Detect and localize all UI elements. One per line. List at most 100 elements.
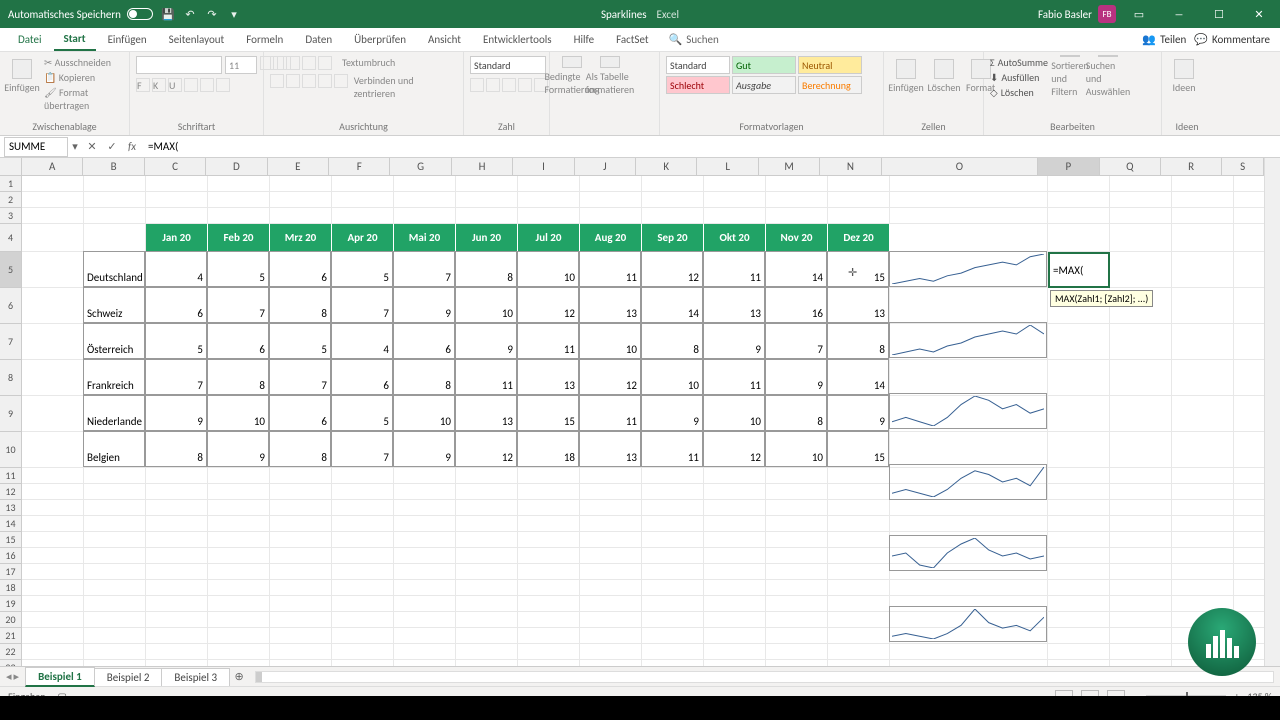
- cell-B15[interactable]: [84, 532, 146, 548]
- cell-K22[interactable]: [642, 644, 704, 660]
- data-cell[interactable]: 9: [393, 287, 455, 323]
- clear-button[interactable]: ◇ Löschen: [990, 86, 1048, 99]
- cell-Q22[interactable]: [1110, 644, 1172, 660]
- data-cell[interactable]: 8: [393, 359, 455, 395]
- cell-R3[interactable]: [1172, 208, 1234, 224]
- cell-N13[interactable]: [828, 500, 890, 516]
- cell-K3[interactable]: [642, 208, 704, 224]
- cell-N2[interactable]: [828, 192, 890, 208]
- row-header-16[interactable]: 16: [0, 548, 21, 564]
- data-cell[interactable]: 15: [827, 251, 889, 287]
- data-cell[interactable]: 18: [517, 431, 579, 467]
- cell-A23[interactable]: [22, 660, 84, 666]
- cell-F20[interactable]: [332, 612, 394, 628]
- data-cell[interactable]: 14: [765, 251, 827, 287]
- col-header-K[interactable]: K: [636, 158, 697, 175]
- cell-K20[interactable]: [642, 612, 704, 628]
- cell-M2[interactable]: [766, 192, 828, 208]
- data-cell[interactable]: 10: [393, 395, 455, 431]
- cell-P1[interactable]: [1048, 176, 1110, 192]
- cell-J16[interactable]: [580, 548, 642, 564]
- cell-H20[interactable]: [456, 612, 518, 628]
- data-cell[interactable]: 11: [703, 359, 765, 395]
- cell-M16[interactable]: [766, 548, 828, 564]
- cell-G13[interactable]: [394, 500, 456, 516]
- cell-R12[interactable]: [1172, 484, 1234, 500]
- cell-O10[interactable]: [890, 432, 1048, 468]
- cell-F11[interactable]: [332, 468, 394, 484]
- cell-A18[interactable]: [22, 580, 84, 596]
- cell-D21[interactable]: [208, 628, 270, 644]
- cell-K19[interactable]: [642, 596, 704, 612]
- grid[interactable]: ABCDEFGHIJKLMNOPQRS 12345678910111213141…: [0, 158, 1280, 666]
- cell-O2[interactable]: [890, 192, 1048, 208]
- cell-A21[interactable]: [22, 628, 84, 644]
- merge-button[interactable]: Verbinden und zentrieren: [354, 74, 457, 100]
- cell-C11[interactable]: [146, 468, 208, 484]
- cell-R17[interactable]: [1172, 564, 1234, 580]
- fill-button[interactable]: ⬇ Ausfüllen: [990, 71, 1048, 84]
- cell-A3[interactable]: [22, 208, 84, 224]
- cell-F1[interactable]: [332, 176, 394, 192]
- row-header-6[interactable]: 6: [0, 288, 21, 324]
- cell-E16[interactable]: [270, 548, 332, 564]
- cell-R2[interactable]: [1172, 192, 1234, 208]
- cell-M12[interactable]: [766, 484, 828, 500]
- cell-B2[interactable]: [84, 192, 146, 208]
- bold-icon[interactable]: F: [136, 78, 150, 92]
- cell-Q1[interactable]: [1110, 176, 1172, 192]
- cell-J23[interactable]: [580, 660, 642, 666]
- cell-E1[interactable]: [270, 176, 332, 192]
- col-header-F[interactable]: F: [329, 158, 390, 175]
- cell-M13[interactable]: [766, 500, 828, 516]
- data-cell[interactable]: 6: [269, 395, 331, 431]
- data-cell[interactable]: 15: [827, 431, 889, 467]
- comments-button[interactable]: 💬Kommentare: [1194, 33, 1270, 46]
- cell-G20[interactable]: [394, 612, 456, 628]
- cell-K21[interactable]: [642, 628, 704, 644]
- cell-C19[interactable]: [146, 596, 208, 612]
- name-box-dropdown[interactable]: ▾: [68, 140, 82, 153]
- underline-icon[interactable]: U: [168, 78, 182, 92]
- cell-G21[interactable]: [394, 628, 456, 644]
- cell-Q23[interactable]: [1110, 660, 1172, 666]
- data-cell[interactable]: 13: [703, 287, 765, 323]
- cell-N16[interactable]: [828, 548, 890, 564]
- cell-P18[interactable]: [1048, 580, 1110, 596]
- cell-Q17[interactable]: [1110, 564, 1172, 580]
- data-cell[interactable]: 5: [145, 323, 207, 359]
- cell-B11[interactable]: [84, 468, 146, 484]
- cell-E18[interactable]: [270, 580, 332, 596]
- data-cell[interactable]: 8: [641, 323, 703, 359]
- data-cell[interactable]: 14: [827, 359, 889, 395]
- cell-B23[interactable]: [84, 660, 146, 666]
- cell-H18[interactable]: [456, 580, 518, 596]
- data-cell[interactable]: 8: [455, 251, 517, 287]
- cell-E13[interactable]: [270, 500, 332, 516]
- cell-F22[interactable]: [332, 644, 394, 660]
- cell-J17[interactable]: [580, 564, 642, 580]
- cell-D14[interactable]: [208, 516, 270, 532]
- cell-P14[interactable]: [1048, 516, 1110, 532]
- cell-F2[interactable]: [332, 192, 394, 208]
- cell-A9[interactable]: [22, 396, 84, 432]
- data-cell[interactable]: 9: [765, 359, 827, 395]
- cell-E12[interactable]: [270, 484, 332, 500]
- cell-K17[interactable]: [642, 564, 704, 580]
- data-cell[interactable]: 8: [145, 431, 207, 467]
- cell-F13[interactable]: [332, 500, 394, 516]
- country-label[interactable]: Frankreich: [83, 359, 145, 395]
- cell-A12[interactable]: [22, 484, 84, 500]
- col-header-O[interactable]: O: [882, 158, 1038, 175]
- row-header-21[interactable]: 21: [0, 628, 21, 644]
- cell-M11[interactable]: [766, 468, 828, 484]
- cell-K11[interactable]: [642, 468, 704, 484]
- cell-C14[interactable]: [146, 516, 208, 532]
- cell-P9[interactable]: [1048, 396, 1110, 432]
- cell-A11[interactable]: [22, 468, 84, 484]
- data-cell[interactable]: 15: [517, 395, 579, 431]
- style-schlecht[interactable]: Schlecht: [666, 76, 730, 94]
- month-header[interactable]: Apr 20: [332, 224, 394, 252]
- cell-B20[interactable]: [84, 612, 146, 628]
- cell-R10[interactable]: [1172, 432, 1234, 468]
